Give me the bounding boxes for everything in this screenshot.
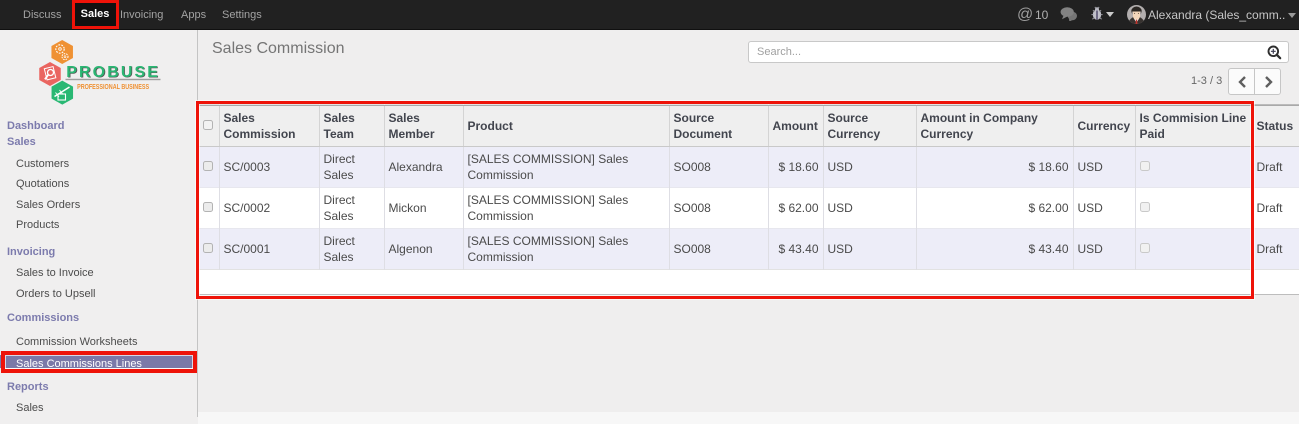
svg-text:PROFESSIONAL BUSINESS: PROFESSIONAL BUSINESS	[77, 82, 149, 91]
svg-text:PROBUSE: PROBUSE	[66, 64, 158, 81]
